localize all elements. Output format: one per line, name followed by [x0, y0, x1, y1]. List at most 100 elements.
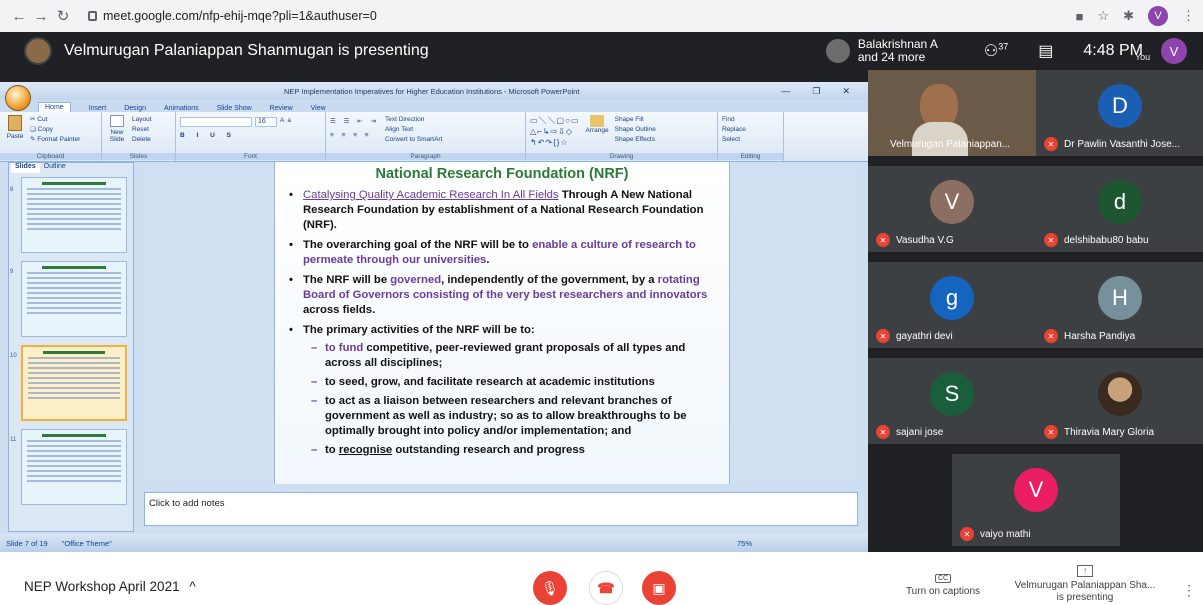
- slide-thumbnail[interactable]: [21, 429, 127, 505]
- chat-icon[interactable]: ▤: [1038, 41, 1053, 61]
- extensions-icon[interactable]: ✱: [1123, 8, 1134, 24]
- meeting-details-button[interactable]: NEP Workshop April 2021 ^: [24, 579, 196, 594]
- slide-thumbnail-selected[interactable]: [21, 345, 127, 421]
- slide-canvas: National Research Foundation (NRF) Catal…: [144, 162, 858, 484]
- convert-smartart-button[interactable]: Convert to SmartArt: [385, 135, 442, 145]
- joined-info: Balakrishnan A and 24 more: [825, 38, 938, 64]
- new-slide-button[interactable]: New Slide: [106, 129, 128, 143]
- delete-button[interactable]: Delete: [132, 135, 152, 145]
- find-button[interactable]: Find: [722, 115, 779, 125]
- bullet-1-link[interactable]: Catalysing Quality Academic Research In …: [303, 189, 559, 201]
- arrange-icon: [590, 115, 605, 127]
- thumb-number: 11: [10, 437, 17, 443]
- shrink-font-icon[interactable]: a: [287, 117, 291, 127]
- participant-tile[interactable]: Velmurugan Palaniappan...: [868, 70, 1036, 156]
- camera-icon[interactable]: ■: [1076, 9, 1084, 24]
- people-button[interactable]: ⚇37: [984, 41, 1008, 61]
- participant-tile[interactable]: H ✕ Harsha Pandiya: [1036, 262, 1203, 348]
- tab-review[interactable]: Review: [270, 105, 293, 112]
- font-group: 16 Aa B I U S Font: [176, 112, 326, 161]
- leave-call-button[interactable]: ☎: [589, 571, 623, 605]
- participant-name: Harsha Pandiya: [1064, 331, 1136, 342]
- mic-off-icon: ✕: [1044, 425, 1058, 439]
- paste-button[interactable]: Paste: [4, 133, 26, 140]
- tab-view[interactable]: View: [311, 105, 326, 112]
- presenting-line2: is presenting: [1056, 592, 1114, 603]
- address-bar[interactable]: meet.google.com/nfp-ehij-mqe?pli=1&authu…: [88, 9, 377, 23]
- participant-tile[interactable]: S ✕ sajani jose: [868, 358, 1036, 444]
- shapes-gallery[interactable]: ▭＼＼▢○▭ △⌐↳⇨⇩◇ ↰↶↷{}☆: [530, 115, 580, 148]
- reload-icon[interactable]: ↻: [52, 7, 74, 25]
- participant-tile[interactable]: V ✕ vaiyo mathi: [952, 454, 1120, 546]
- present-icon: ↑: [1077, 565, 1093, 577]
- tab-design[interactable]: Design: [124, 105, 146, 112]
- zoom-level[interactable]: 75%: [737, 539, 752, 548]
- slide-thumbnail[interactable]: [21, 261, 127, 337]
- participant-name: vaiyo mathi: [980, 529, 1031, 540]
- font-format-icons[interactable]: B I U S: [180, 132, 321, 139]
- clipboard-label: Clipboard: [0, 153, 101, 160]
- browser-menu-icon[interactable]: ⋮: [1182, 8, 1195, 24]
- mic-off-button[interactable]: 🎙: [533, 571, 567, 605]
- bullet-4: The primary activities of the NRF will b…: [285, 323, 719, 338]
- drawing-group: ▭＼＼▢○▭ △⌐↳⇨⇩◇ ↰↶↷{}☆ Arrange Shape Fill Sh…: [526, 112, 718, 161]
- office-button[interactable]: [5, 85, 31, 111]
- slides-label: Slides: [102, 153, 175, 160]
- captions-button[interactable]: CC Turn on captions: [903, 572, 983, 597]
- align-text-button[interactable]: Align Text: [385, 125, 442, 135]
- current-slide: National Research Foundation (NRF) Catal…: [274, 162, 730, 484]
- participant-name: Vasudha V.G: [896, 235, 954, 246]
- text-direction-button[interactable]: Text Direction: [385, 115, 442, 125]
- restore-icon[interactable]: ❐: [812, 86, 820, 97]
- layout-button[interactable]: Layout: [132, 115, 152, 125]
- star-icon[interactable]: ☆: [1097, 8, 1109, 24]
- bullet-3: The NRF will be governed, independently …: [285, 273, 719, 318]
- participant-tile[interactable]: V ✕ Vasudha V.G: [868, 166, 1036, 252]
- tab-home[interactable]: Home: [38, 102, 71, 112]
- bullet-2-text: The overarching goal of the NRF will be …: [303, 239, 533, 251]
- font-name-box[interactable]: [180, 117, 252, 127]
- close-icon[interactable]: ✕: [842, 86, 850, 97]
- browser-toolbar: ← → ↻ meet.google.com/nfp-ehij-mqe?pli=1…: [0, 0, 1203, 32]
- participant-tile[interactable]: g ✕ gayathri devi: [868, 262, 1036, 348]
- more-options-icon[interactable]: ⋮: [1182, 582, 1196, 599]
- tab-insert[interactable]: Insert: [89, 105, 107, 112]
- shape-outline-button[interactable]: Shape Outline: [615, 125, 656, 135]
- slide-thumbnail[interactable]: [21, 177, 127, 253]
- cut-button[interactable]: ✂ Cut: [30, 115, 80, 125]
- participant-name: Dr Pawlin Vasanthi Jose...: [1064, 139, 1180, 150]
- tab-slide-show[interactable]: Slide Show: [217, 105, 252, 112]
- thumb-number: 9: [10, 269, 14, 275]
- editing-group: Find Replace Select Editing: [718, 112, 784, 161]
- arrange-button[interactable]: Arrange: [586, 127, 609, 134]
- paragraph-icons[interactable]: ☰ ☰ ⇤ ⇥ ≡ ≡ ≡ ≡: [330, 115, 379, 145]
- captions-label: Turn on captions: [905, 586, 981, 597]
- grow-font-icon[interactable]: A: [280, 117, 284, 127]
- participant-name: gayathri devi: [896, 331, 953, 342]
- tab-animations[interactable]: Animations: [164, 105, 199, 112]
- minimize-icon[interactable]: —: [781, 86, 790, 97]
- participant-tile[interactable]: ✕ Thiravia Mary Gloria: [1036, 358, 1203, 444]
- pane-tab-outline[interactable]: Outline: [44, 163, 66, 173]
- mic-off-icon: ✕: [876, 329, 890, 343]
- camera-off-button[interactable]: ▣: [642, 571, 676, 605]
- reset-button[interactable]: Reset: [132, 125, 152, 135]
- people-count: 37: [998, 41, 1009, 52]
- shape-effects-button[interactable]: Shape Effects: [615, 135, 656, 145]
- participant-tile[interactable]: d ✕ delshibabu80 babu: [1036, 166, 1203, 252]
- replace-button[interactable]: Replace: [722, 125, 779, 135]
- forward-icon[interactable]: →: [30, 8, 52, 25]
- select-button[interactable]: Select: [722, 135, 779, 145]
- shape-fill-button[interactable]: Shape Fill: [615, 115, 656, 125]
- url-text[interactable]: meet.google.com/nfp-ehij-mqe?pli=1&authu…: [103, 9, 377, 23]
- back-icon[interactable]: ←: [8, 8, 30, 25]
- profile-avatar[interactable]: V: [1148, 6, 1168, 26]
- pane-tab-slides[interactable]: Slides: [11, 163, 40, 173]
- font-size-box[interactable]: 16: [255, 117, 277, 127]
- participant-tile[interactable]: D ✕ Dr Pawlin Vasanthi Jose...: [1036, 70, 1203, 156]
- notes-pane[interactable]: Click to add notes: [144, 492, 858, 526]
- cc-icon: CC: [934, 574, 952, 583]
- present-now-button[interactable]: ↑ Velmurugan Palaniappan Sha... is prese…: [1010, 565, 1160, 605]
- format-painter-button[interactable]: ✎ Format Painter: [30, 135, 80, 145]
- copy-button[interactable]: ❏ Copy: [30, 125, 80, 135]
